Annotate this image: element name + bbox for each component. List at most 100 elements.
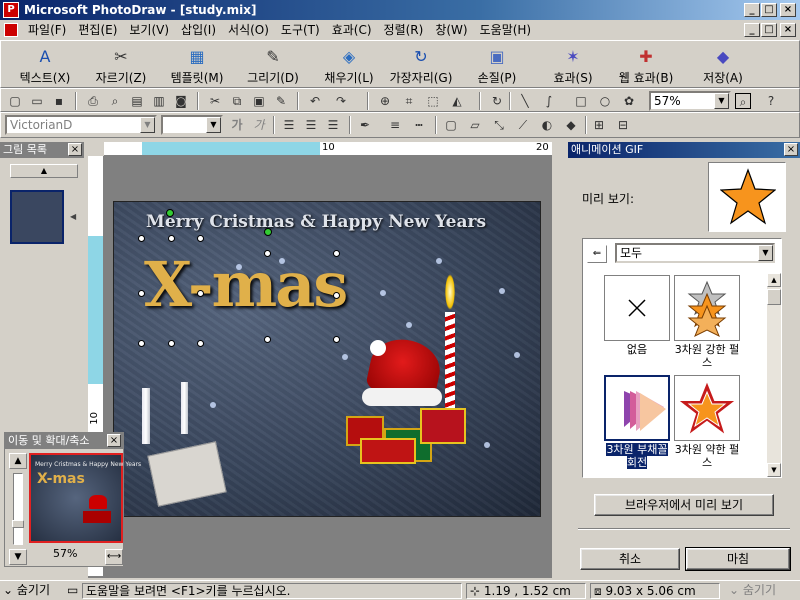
shape-icon[interactable]: ✿ [621, 93, 637, 109]
touchup-tool-button[interactable]: ▣ 손질(P) [461, 45, 533, 87]
hide-right-toggle[interactable]: ⌄ 숨기기 [726, 583, 796, 599]
scan-icon[interactable]: ▤ [129, 93, 145, 109]
font-name-combo[interactable]: VictorianD ▼ [5, 115, 157, 135]
visual-open-icon[interactable]: ▥ [151, 93, 167, 109]
pen-color-icon[interactable]: ✒ [357, 117, 373, 133]
line-icon[interactable]: ╲ [517, 93, 533, 109]
open-icon[interactable]: ▭ [29, 93, 45, 109]
group-icon[interactable]: ⊞ [591, 117, 607, 133]
fit-width-button[interactable]: ⟷ [105, 549, 123, 565]
menu-item-6[interactable]: 효과(C) [326, 20, 378, 40]
menu-item-8[interactable]: 창(W) [429, 20, 473, 40]
line-style-icon[interactable]: ≡ [387, 117, 403, 133]
doc-minimize-button[interactable]: _ [744, 23, 760, 37]
text-tool-button[interactable]: A 텍스트(X) [9, 45, 81, 87]
zoom-in-button[interactable]: ▲ [9, 453, 27, 469]
align-center-icon[interactable]: ☰ [303, 117, 319, 133]
color-adjust-icon[interactable]: ◐ [539, 117, 555, 133]
gallery-scrollbar[interactable]: ▲ ▼ [767, 273, 781, 477]
rectangle-icon[interactable]: □ [573, 93, 589, 109]
xmas-text[interactable]: X-mas [144, 248, 348, 321]
dash-style-icon[interactable]: ┅ [411, 117, 427, 133]
bold-button[interactable]: 가 [229, 117, 245, 133]
print-preview-icon[interactable]: ⌕ [107, 93, 123, 109]
scissors-tool-button[interactable]: ✂ 자르기(Z) [85, 45, 157, 87]
browser-preview-button[interactable]: 브라우저에서 미리 보기 [594, 494, 774, 516]
zoom-combo[interactable]: 57% ▼ [649, 91, 731, 111]
scroll-up-icon[interactable]: ▲ [767, 273, 781, 287]
save-file-icon[interactable]: ▪ [51, 93, 67, 109]
menu-item-1[interactable]: 편집(E) [72, 20, 123, 40]
crop-icon[interactable]: ⌗ [401, 93, 417, 109]
align-left-icon[interactable]: ☰ [281, 117, 297, 133]
menu-item-9[interactable]: 도움말(H) [474, 20, 538, 40]
gallery-back-button[interactable]: ⇐ [587, 245, 607, 263]
menu-item-7[interactable]: 정렬(R) [378, 20, 430, 40]
help-icon[interactable]: ? [763, 93, 779, 109]
menu-item-0[interactable]: 파일(F) [22, 20, 72, 40]
scroll-thumb[interactable] [767, 289, 781, 305]
photodraw-app-icon[interactable]: P [3, 2, 19, 18]
menu-item-4[interactable]: 서식(O) [222, 20, 275, 40]
tag-icon[interactable]: ◆ [563, 117, 579, 133]
paste-icon[interactable]: ▣ [251, 93, 267, 109]
fill-bucket-icon[interactable]: ◭ [449, 93, 465, 109]
finish-button[interactable]: 마침 [685, 547, 791, 571]
scroll-down-icon[interactable]: ▼ [767, 463, 781, 477]
document-icon[interactable] [4, 23, 18, 37]
draw-tool-button[interactable]: ✎ 그리기(D) [237, 45, 309, 87]
link-icon[interactable]: ⊕ [377, 93, 393, 109]
animation-panel-close-button[interactable]: × [784, 143, 798, 156]
template-tool-button[interactable]: ▦ 템플릿(M) [161, 45, 233, 87]
copy-icon[interactable]: ⧉ [229, 93, 245, 109]
ungroup-icon[interactable]: ⊟ [615, 117, 631, 133]
hide-left-toggle[interactable]: ⌄ 숨기기 [0, 583, 62, 599]
web-effects-tool-button[interactable]: ✚ 웹 효과(B) [609, 45, 683, 87]
cut-icon[interactable]: ✂ [207, 93, 223, 109]
zoom-icon[interactable]: ⌕ [735, 93, 751, 109]
italic-button[interactable]: 가 [251, 117, 267, 133]
cancel-button[interactable]: 취소 [580, 548, 680, 570]
eyedropper-icon[interactable]: ⟋ [515, 117, 531, 133]
print-icon[interactable]: ⎙ [85, 93, 101, 109]
navigator-preview[interactable]: Merry Cristmas & Happy New Years X-mas [29, 453, 141, 543]
camera-icon[interactable]: ◙ [173, 93, 189, 109]
navigator-close-button[interactable]: × [107, 434, 121, 447]
menu-item-3[interactable]: 삽입(I) [175, 20, 222, 40]
menu-item-2[interactable]: 보기(V) [123, 20, 175, 40]
save-tool-button[interactable]: ◆ 저장(A) [687, 45, 759, 87]
ellipse-icon[interactable]: ○ [597, 93, 613, 109]
distort-icon[interactable]: ⤡ [491, 117, 507, 133]
zoom-out-button[interactable]: ▼ [9, 549, 27, 565]
edge-tool-button[interactable]: ↻ 가장자리(G) [385, 45, 457, 87]
doc-restore-button[interactable]: □ [761, 23, 777, 37]
minimize-button[interactable]: _ [744, 3, 760, 17]
effect-item-2[interactable]: 3차원 부채꼴 회전 [603, 375, 671, 471]
doc-close-button[interactable]: × [780, 23, 796, 37]
menu-item-5[interactable]: 도구(T) [275, 20, 326, 40]
curve-icon[interactable]: ∫ [541, 93, 557, 109]
effect-item-3[interactable]: 3차원 약한 펄스 [673, 375, 741, 471]
effect-filter-combo[interactable]: 모두 ▼ [615, 243, 775, 263]
format-painter-icon[interactable]: ✎ [273, 93, 289, 109]
maximize-button[interactable]: □ [761, 3, 777, 17]
shadow-icon[interactable]: ▢ [443, 117, 459, 133]
rotate-icon[interactable]: ↻ [489, 93, 505, 109]
align-right-icon[interactable]: ☰ [325, 117, 341, 133]
christmas-picture[interactable]: Merry Cristmas & Happy New Years X-mas [113, 201, 541, 517]
designer-edge-icon[interactable]: ▱ [467, 117, 483, 133]
new-icon[interactable]: ▢ [7, 93, 23, 109]
scroll-up-button[interactable]: ▲ [10, 164, 78, 178]
font-size-combo[interactable]: ▼ [161, 115, 223, 135]
effect-item-1[interactable]: 3차원 강한 펄스 [673, 275, 741, 371]
effect-item-0[interactable]: 없음 [603, 275, 671, 371]
undo-icon[interactable]: ↶ [307, 93, 323, 109]
fill-tool-button[interactable]: ◈ 채우기(L) [313, 45, 385, 87]
picture-thumbnail[interactable] [10, 190, 64, 244]
picture-list-close-button[interactable]: × [68, 143, 82, 156]
close-button[interactable]: × [780, 3, 796, 17]
select-icon[interactable]: ⬚ [425, 93, 441, 109]
zoom-slider[interactable] [12, 473, 24, 545]
headline-text[interactable]: Merry Cristmas & Happy New Years [146, 212, 486, 232]
zoom-slider-thumb[interactable] [12, 520, 24, 528]
